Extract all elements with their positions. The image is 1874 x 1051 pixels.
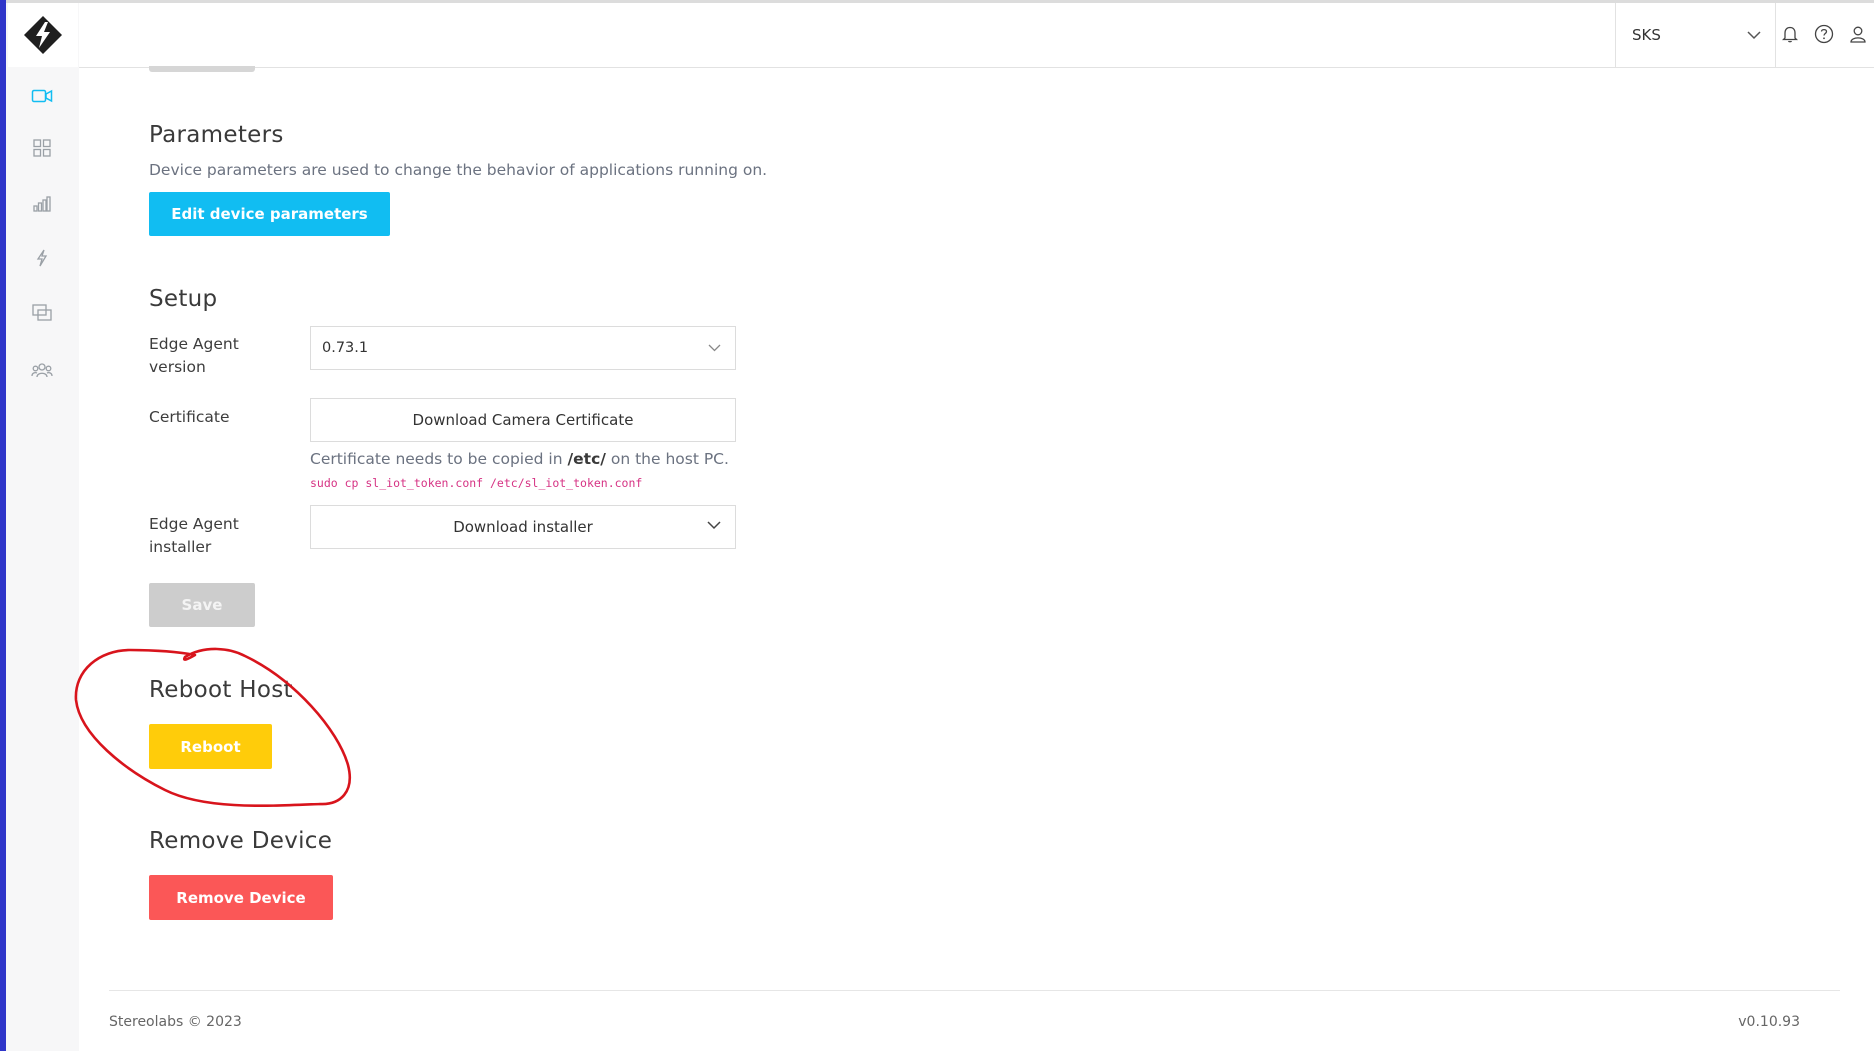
edge-agent-installer-label: Edge Agent installer [149, 515, 239, 556]
stereolabs-logo-icon [24, 16, 62, 54]
edge-agent-version-value: 0.73.1 [322, 340, 369, 356]
download-installer-dropdown[interactable]: Download installer [310, 505, 736, 549]
edge-agent-version-select[interactable]: 0.73.1 [310, 326, 736, 370]
top-header [79, 3, 1874, 68]
footer-version: v0.10.93 [1738, 1014, 1800, 1030]
organization-value: SKS [1632, 26, 1661, 44]
certificate-hint: Certificate needs to be copied in /etc/ … [310, 450, 729, 468]
parameters-description: Device parameters are used to change the… [149, 161, 768, 179]
organization-select[interactable]: SKS [1615, 3, 1776, 67]
download-installer-label: Download installer [453, 518, 593, 536]
bar-chart-icon[interactable] [28, 190, 56, 218]
chevron-down-icon [708, 344, 721, 352]
previous-button-edge [149, 66, 255, 72]
annotation-circle [74, 647, 351, 808]
team-icon[interactable] [28, 356, 56, 384]
footer-divider [109, 990, 1840, 991]
edge-agent-version-label: Edge Agent version [149, 335, 239, 376]
chevron-down-icon [1747, 30, 1761, 39]
footer-copyright: Stereolabs © 2023 [109, 1014, 242, 1030]
lightning-icon[interactable] [28, 244, 56, 272]
remove-device-title: Remove Device [149, 828, 333, 854]
parameters-title: Parameters [149, 122, 284, 148]
remove-device-button[interactable]: Remove Device [149, 875, 333, 920]
app-logo[interactable] [8, 3, 78, 67]
edit-device-parameters-button[interactable]: Edit device parameters [149, 192, 390, 236]
chevron-down-icon [707, 521, 721, 530]
grid-icon[interactable] [28, 134, 56, 162]
user-icon[interactable] [1846, 22, 1870, 46]
certificate-command: sudo cp sl_iot_token.conf /etc/sl_iot_to… [310, 476, 643, 490]
certificate-label: Certificate [149, 408, 230, 426]
bell-icon[interactable] [1778, 22, 1802, 46]
video-camera-icon[interactable] [28, 82, 56, 110]
help-icon[interactable] [1812, 22, 1836, 46]
save-button[interactable]: Save [149, 583, 255, 627]
setup-title: Setup [149, 286, 218, 312]
screens-icon[interactable] [28, 299, 56, 327]
download-certificate-button[interactable]: Download Camera Certificate [310, 398, 736, 442]
